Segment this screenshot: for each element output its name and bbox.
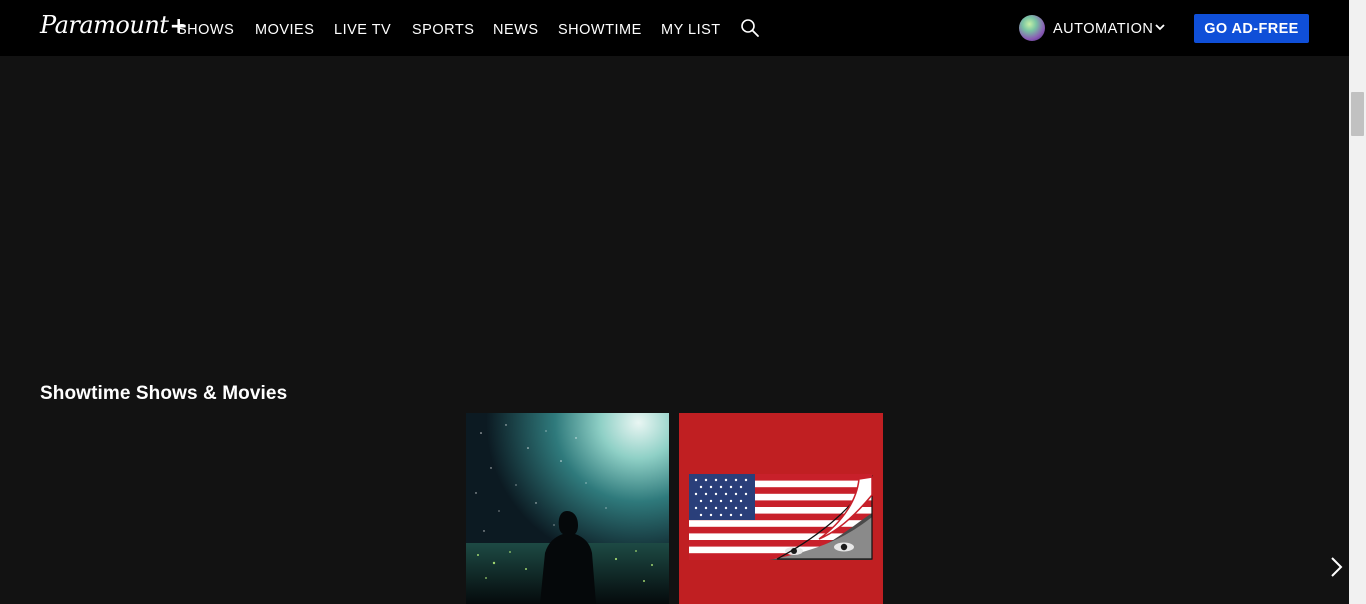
content-tile[interactable] xyxy=(679,413,883,604)
search-icon[interactable] xyxy=(740,18,760,38)
nav-movies[interactable]: MOVIES xyxy=(255,22,314,38)
american-flag-eyes-poster xyxy=(679,413,883,604)
night-sky-silhouette-poster xyxy=(466,413,669,604)
profile-avatar[interactable] xyxy=(1019,15,1045,41)
top-navigation-bar: Paramount+ SHOWS MOVIES LIVE TV SPORTS N… xyxy=(0,0,1349,56)
nav-showtime[interactable]: SHOWTIME xyxy=(558,22,642,38)
nav-shows[interactable]: SHOWS xyxy=(177,22,234,38)
nav-live-tv[interactable]: LIVE TV xyxy=(334,22,391,38)
logo-text: Paramount xyxy=(40,11,169,39)
content-tile[interactable] xyxy=(466,413,669,604)
nav-sports[interactable]: SPORTS xyxy=(412,22,474,38)
section-title: Showtime Shows & Movies xyxy=(40,383,288,404)
chevron-right-icon[interactable] xyxy=(1326,555,1346,579)
profile-name[interactable]: AUTOMATION xyxy=(1053,21,1153,37)
scrollbar-thumb[interactable] xyxy=(1351,92,1364,136)
paramount-plus-logo[interactable]: Paramount+ xyxy=(40,11,188,39)
page-scrollbar[interactable] xyxy=(1349,0,1366,604)
nav-my-list[interactable]: MY LIST xyxy=(661,22,721,38)
chevron-down-icon[interactable] xyxy=(1154,21,1166,33)
nav-news[interactable]: NEWS xyxy=(493,22,539,38)
go-ad-free-button[interactable]: GO AD-FREE xyxy=(1194,14,1309,43)
